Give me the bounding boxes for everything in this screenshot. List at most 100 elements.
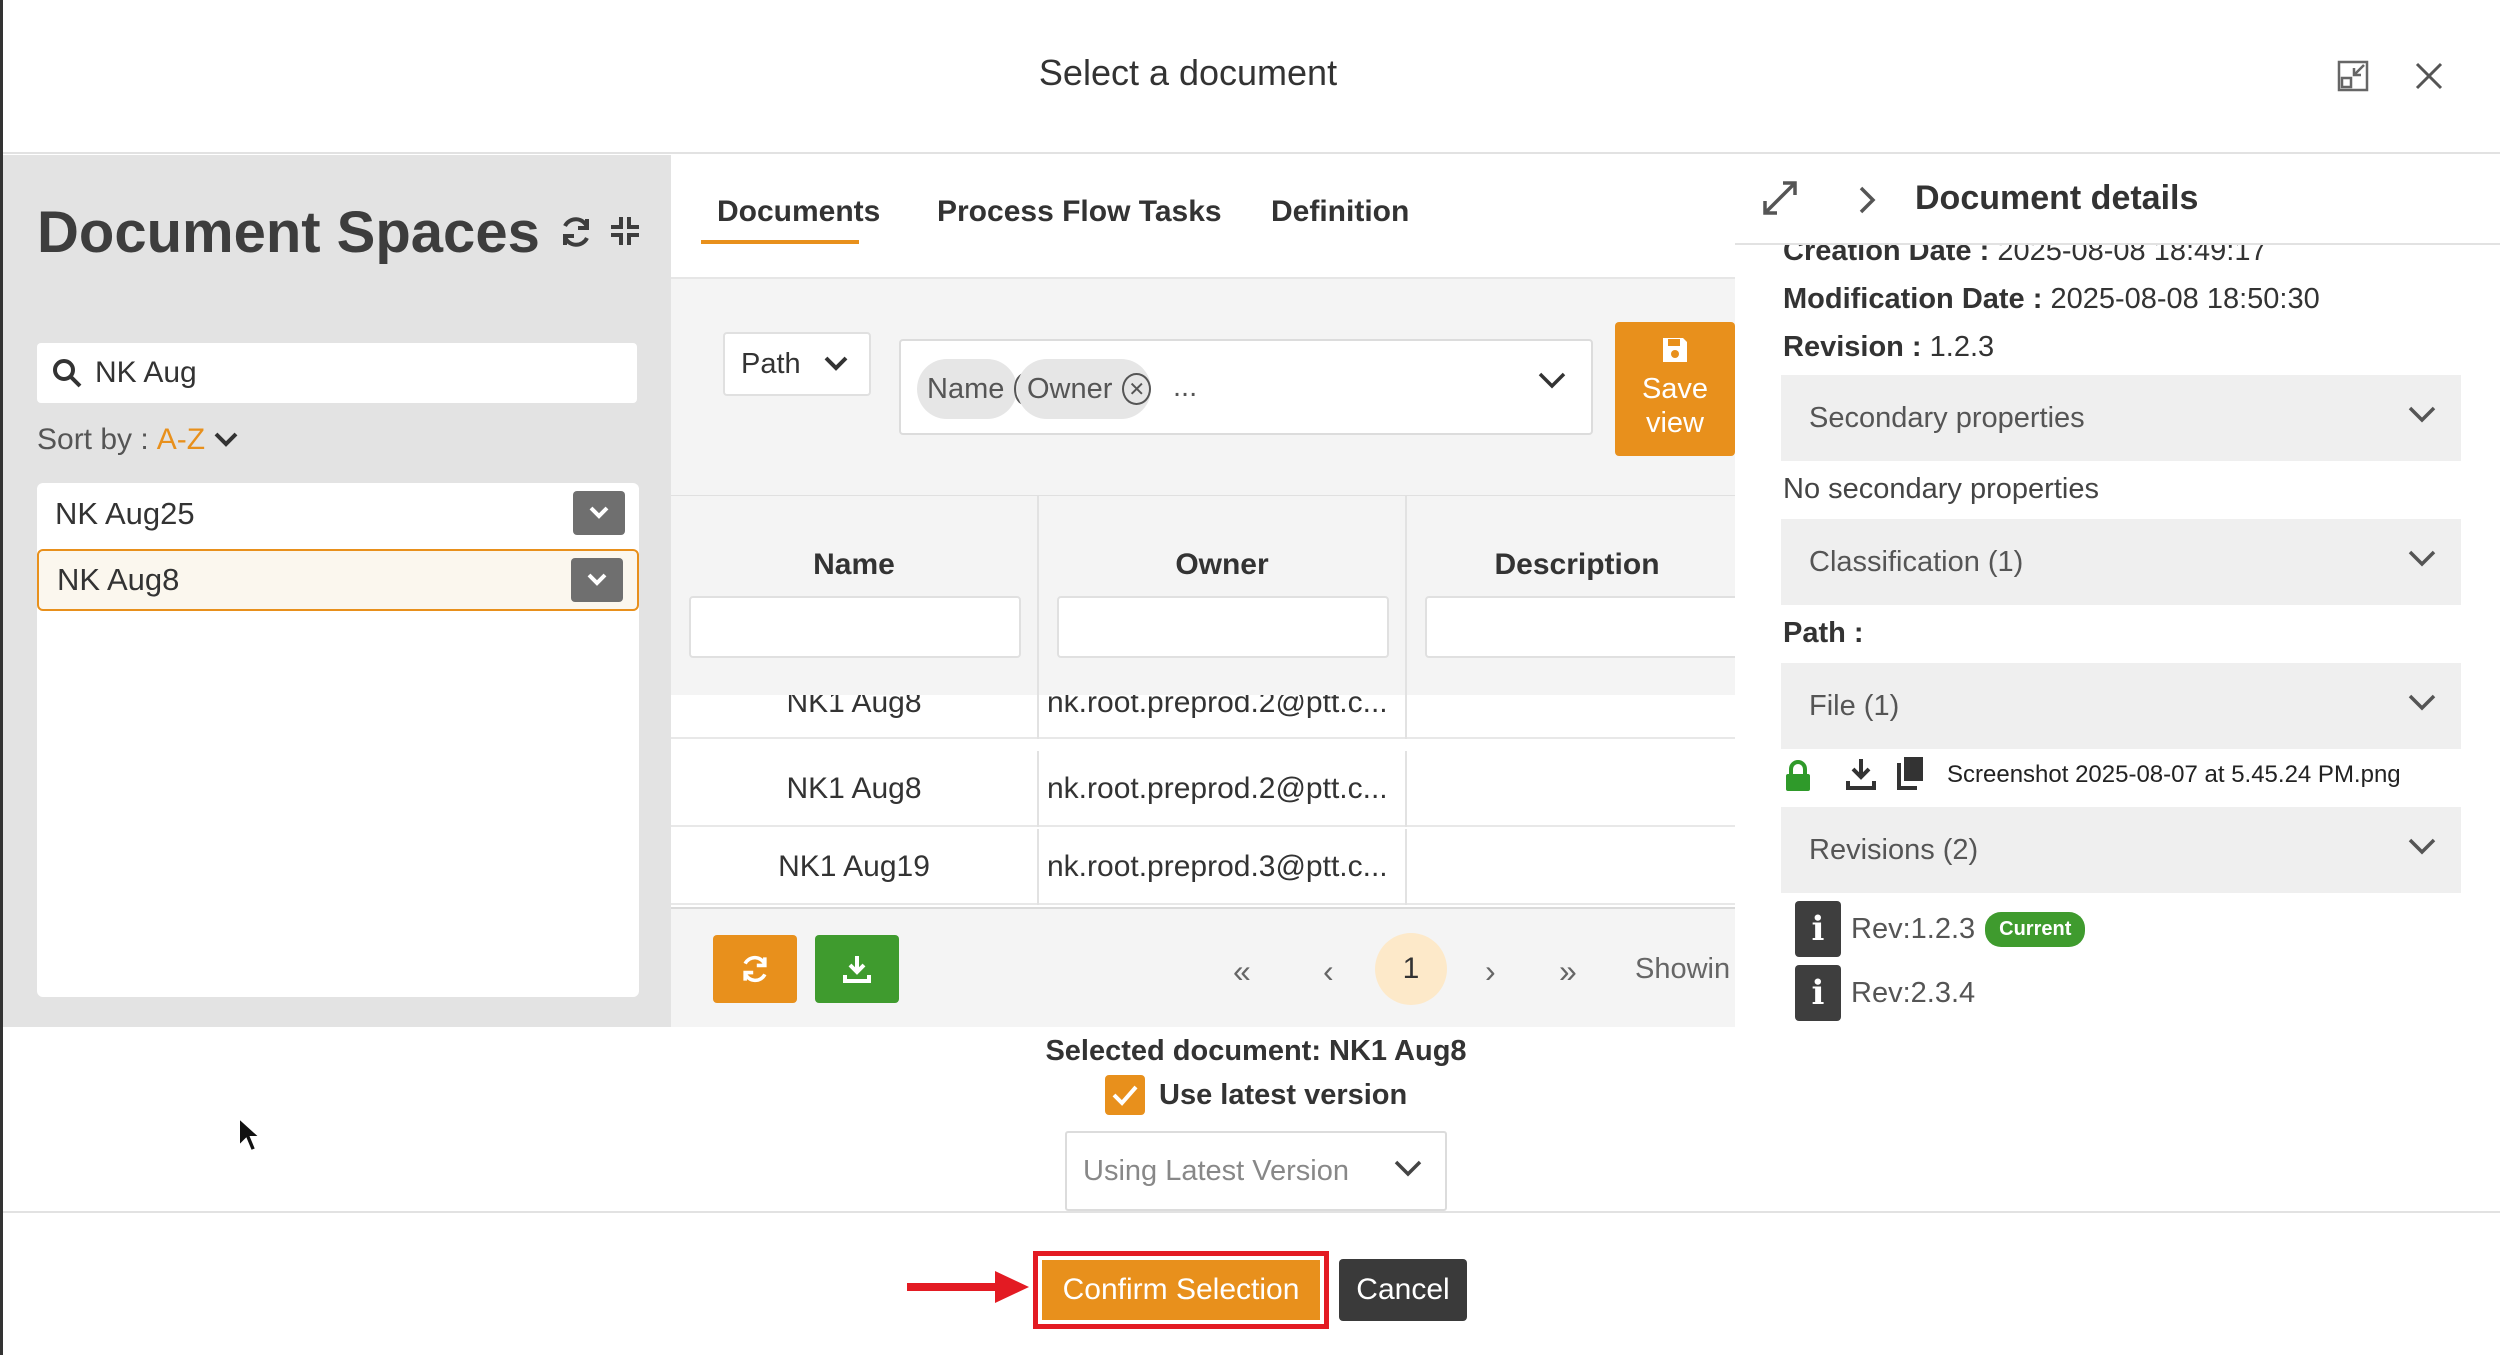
- cell-name: NK1 Aug8: [671, 751, 1039, 827]
- name-filter-input[interactable]: [689, 596, 1021, 658]
- revision-item[interactable]: i Rev:1.2.3 Current: [1795, 901, 2086, 957]
- sort-control[interactable]: Sort by : A-Z: [37, 423, 239, 457]
- chevron-down-icon[interactable]: [213, 431, 239, 449]
- owner-filter-input[interactable]: [1057, 596, 1389, 658]
- column-header-description: Description: [1407, 496, 1735, 712]
- tab-documents[interactable]: Documents: [717, 195, 880, 229]
- documents-table: Name Owner Description NK1 Aug8 nk.root.…: [671, 495, 1735, 907]
- minimize-window-icon[interactable]: [2333, 56, 2373, 96]
- accordion-label: Secondary properties: [1809, 401, 2085, 434]
- next-page-button[interactable]: ›: [1485, 953, 1496, 990]
- download-icon[interactable]: [1845, 757, 1877, 791]
- info-icon[interactable]: i: [1795, 965, 1841, 1021]
- version-select[interactable]: Using Latest Version: [1065, 1131, 1447, 1211]
- chip-label: Name: [927, 372, 1005, 405]
- cell-owner: nk.root.preprod.2@ptt.c...: [1039, 751, 1407, 827]
- last-page-button[interactable]: »: [1559, 953, 1577, 990]
- current-page[interactable]: 1: [1375, 933, 1447, 1005]
- active-tab-indicator: [701, 240, 859, 244]
- chevron-down-icon[interactable]: [1537, 371, 1567, 391]
- refresh-table-button[interactable]: [713, 935, 797, 1003]
- collapse-icon[interactable]: [607, 213, 647, 253]
- first-page-button[interactable]: «: [1233, 953, 1251, 990]
- column-chip-owner: Owner ✕: [1017, 359, 1151, 419]
- version-select-value: Using Latest Version: [1083, 1154, 1349, 1187]
- file-name[interactable]: Screenshot 2025-08-07 at 5.45.24 PM.png: [1947, 761, 2401, 789]
- sort-value[interactable]: A-Z: [157, 423, 205, 457]
- path-dropdown-label: Path: [741, 347, 801, 380]
- footer-divider: [3, 1211, 2500, 1213]
- table-row[interactable]: NK1 Aug8 nk.root.preprod.2@ptt.c...: [671, 751, 1735, 827]
- tab-process-flow-tasks[interactable]: Process Flow Tasks: [937, 195, 1222, 229]
- export-button[interactable]: [815, 935, 899, 1003]
- selected-document-text: Selected document: NK1 Aug8: [1045, 1035, 1467, 1067]
- column-header-label[interactable]: Owner: [1039, 548, 1405, 582]
- table-header: Name Owner Description: [671, 495, 1735, 712]
- columns-multiselect[interactable]: Name ✕ Owner ✕ ...: [899, 339, 1593, 435]
- more-columns-indicator: ...: [1173, 371, 1198, 403]
- sort-label: Sort by :: [37, 423, 149, 456]
- chevron-down-icon: [2408, 406, 2436, 423]
- chevron-down-icon: [2408, 838, 2436, 855]
- close-icon[interactable]: [2409, 56, 2449, 96]
- revision-item[interactable]: i Rev:2.3.4: [1795, 965, 1975, 1021]
- expand-icon[interactable]: [1759, 177, 1801, 219]
- save-icon: [1663, 338, 1687, 362]
- checkbox-checked[interactable]: [1105, 1075, 1145, 1115]
- spaces-search[interactable]: [37, 343, 637, 403]
- remove-chip-icon[interactable]: ✕: [1122, 373, 1151, 405]
- lock-icon[interactable]: [1783, 759, 1813, 793]
- table-row[interactable]: NK1 Aug19 nk.root.preprod.3@ptt.c...: [671, 829, 1735, 905]
- document-spaces-panel: Document Spaces Sort by : A-Z NK Aug25: [3, 155, 671, 1027]
- space-item[interactable]: NK Aug25: [37, 483, 639, 545]
- revision-label: Rev:2.3.4: [1851, 976, 1976, 1009]
- selection-footer: Selected document: NK1 Aug8 Use latest v…: [3, 1027, 2500, 1355]
- column-chip-name: Name ✕: [917, 359, 1036, 419]
- confirm-highlight-box: Confirm Selection: [1033, 1251, 1329, 1329]
- check-icon: [1112, 1085, 1138, 1106]
- chevron-down-icon: [589, 506, 609, 519]
- secondary-properties-accordion[interactable]: Secondary properties: [1781, 375, 2461, 461]
- spaces-search-input[interactable]: [95, 343, 625, 403]
- description-filter-input[interactable]: [1425, 596, 1735, 658]
- cell-description: [1407, 829, 1735, 905]
- info-icon[interactable]: i: [1795, 901, 1841, 957]
- use-latest-label: Use latest version: [1159, 1078, 1408, 1111]
- chevron-down-icon: [587, 573, 607, 586]
- refresh-icon[interactable]: [557, 213, 597, 253]
- accordion-label: File (1): [1809, 689, 1900, 722]
- cancel-button[interactable]: Cancel: [1339, 1259, 1467, 1321]
- revisions-accordion[interactable]: Revisions (2): [1781, 807, 2461, 893]
- copy-icon[interactable]: [1895, 755, 1925, 791]
- cell-owner: nk.root.preprod.2@ptt.c...: [1039, 695, 1407, 739]
- space-expand-button[interactable]: [573, 491, 625, 535]
- use-latest-version-checkbox[interactable]: Use latest version: [1105, 1075, 1407, 1115]
- modification-date: Modification Date : 2025-08-08 18:50:30: [1783, 283, 2320, 315]
- cell-owner: nk.root.preprod.3@ptt.c...: [1039, 829, 1407, 905]
- revision-label: Rev:1.2.3: [1851, 912, 1976, 945]
- chevron-down-icon: [2408, 550, 2436, 567]
- classification-accordion[interactable]: Classification (1): [1781, 519, 2461, 605]
- details-title: Document details: [1915, 179, 2199, 217]
- space-expand-button[interactable]: [571, 558, 623, 602]
- accordion-label: Classification (1): [1809, 545, 2024, 578]
- download-icon: [843, 956, 871, 983]
- confirm-selection-button[interactable]: Confirm Selection: [1042, 1260, 1320, 1320]
- file-accordion[interactable]: File (1): [1781, 663, 2461, 749]
- tab-definition[interactable]: Definition: [1271, 195, 1409, 229]
- cell-name: NK1 Aug19: [671, 829, 1039, 905]
- chevron-down-icon: [2408, 694, 2436, 711]
- path-dropdown[interactable]: Path: [723, 332, 871, 396]
- cell-name: NK1 Aug8: [671, 695, 1039, 739]
- column-header-label[interactable]: Name: [671, 548, 1037, 582]
- save-view-button[interactable]: Save view: [1615, 322, 1735, 456]
- space-item-selected[interactable]: NK Aug8: [37, 549, 639, 611]
- save-view-label-2: view: [1645, 407, 1704, 439]
- chevron-right-icon[interactable]: [1857, 185, 1877, 215]
- table-row[interactable]: NK1 Aug8 nk.root.preprod.2@ptt.c...: [671, 695, 1735, 739]
- refresh-icon: [743, 955, 767, 983]
- space-item-label: NK Aug8: [57, 562, 180, 597]
- previous-page-button[interactable]: ‹: [1323, 953, 1334, 990]
- column-header-label[interactable]: Description: [1407, 548, 1735, 582]
- select-document-modal: Select a document Document Spaces Sort b…: [0, 0, 2500, 1355]
